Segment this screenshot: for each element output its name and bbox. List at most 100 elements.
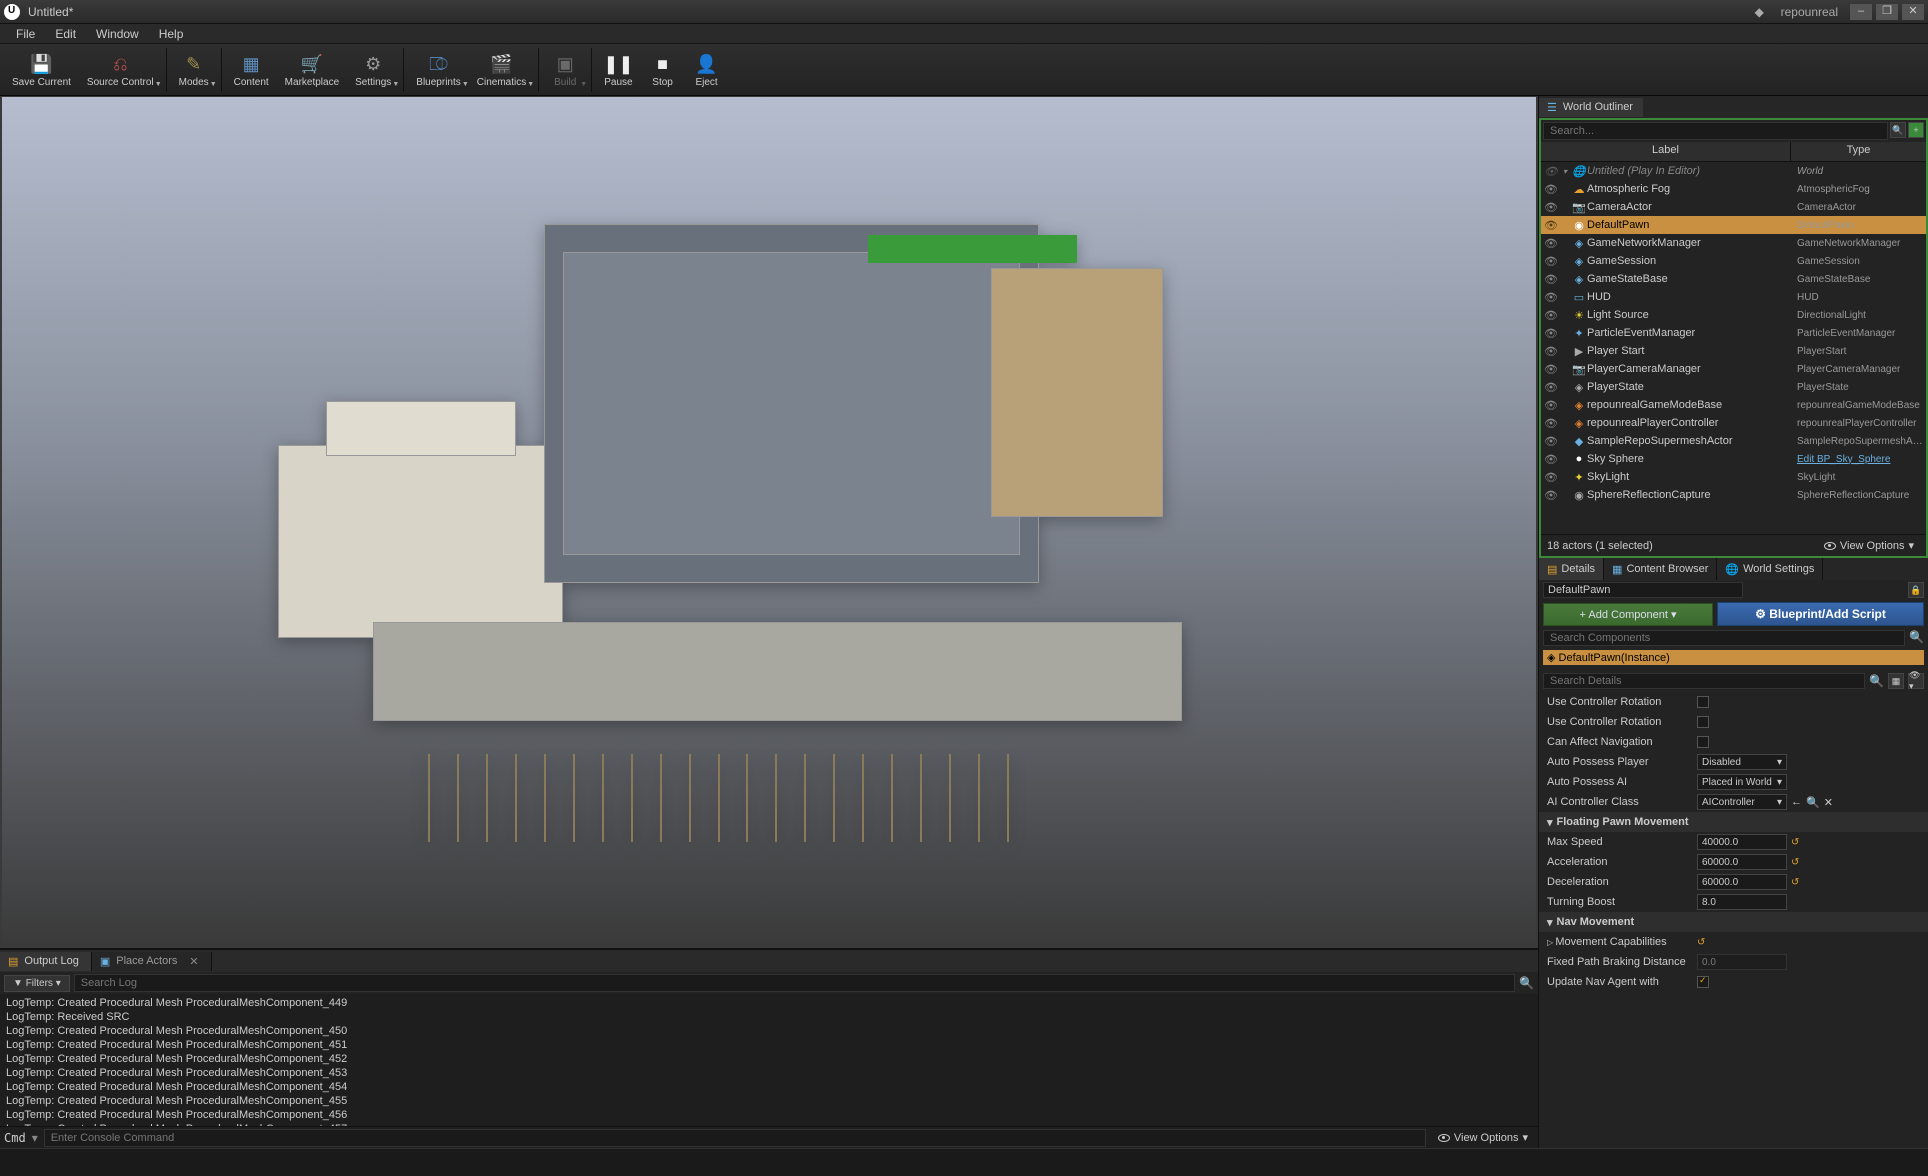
tab-content-browser[interactable]: ▦Content Browser xyxy=(1604,558,1717,580)
outliner-row[interactable]: 👁✦SkyLightSkyLight xyxy=(1541,468,1926,486)
visibility-toggle-icon[interactable]: 👁 xyxy=(1543,291,1559,304)
outliner-row[interactable]: 👁◈PlayerStatePlayerState xyxy=(1541,378,1926,396)
menu-help[interactable]: Help xyxy=(151,25,192,43)
log-output[interactable]: LogTemp: Created Procedural Mesh Procedu… xyxy=(0,994,1538,1126)
auto-possess-player-select[interactable]: Disabled▾ xyxy=(1697,754,1787,770)
search-icon[interactable]: 🔍 xyxy=(1519,976,1534,990)
visibility-toggle-icon[interactable]: 👁 xyxy=(1543,471,1559,484)
checkbox[interactable] xyxy=(1697,976,1709,988)
add-component-button[interactable]: + Add Component ▾ xyxy=(1543,603,1713,626)
auto-possess-ai-select[interactable]: Placed in World▾ xyxy=(1697,774,1787,790)
acceleration-input[interactable] xyxy=(1697,854,1787,870)
outliner-row[interactable]: 👁◈GameSessionGameSession xyxy=(1541,252,1926,270)
eject-button[interactable]: 👤Eject xyxy=(687,49,727,90)
search-components-input[interactable] xyxy=(1543,630,1905,646)
outliner-row[interactable]: 👁☀Light SourceDirectionalLight xyxy=(1541,306,1926,324)
outliner-view-options-button[interactable]: View Options▾ xyxy=(1818,539,1920,552)
outliner-row[interactable]: 👁◉DefaultPawnDefaultPawn xyxy=(1541,216,1926,234)
visibility-toggle-icon[interactable]: 👁 xyxy=(1543,309,1559,322)
marketplace-button[interactable]: 🛒Marketplace xyxy=(279,49,345,90)
outliner-row[interactable]: 👁✦ParticleEventManagerParticleEventManag… xyxy=(1541,324,1926,342)
dropdown-caret-icon[interactable]: ▼ xyxy=(462,81,469,88)
reset-icon[interactable]: ↺ xyxy=(1697,937,1705,948)
section-nav-movement[interactable]: ▾Nav Movement xyxy=(1539,912,1928,932)
outliner-row[interactable]: 👁◈repounrealGameModeBaserepounrealGameMo… xyxy=(1541,396,1926,414)
window-close-button[interactable]: ✕ xyxy=(1902,4,1924,20)
search-icon[interactable]: 🔍 xyxy=(1909,630,1924,646)
visibility-toggle-icon[interactable]: 👁 xyxy=(1543,201,1559,214)
visibility-toggle-icon[interactable]: 👁 xyxy=(1543,363,1559,376)
outliner-row[interactable]: 👁📷CameraActorCameraActor xyxy=(1541,198,1926,216)
log-view-options-button[interactable]: View Options▾ xyxy=(1432,1131,1534,1144)
visibility-toggle-icon[interactable]: 👁 xyxy=(1543,381,1559,394)
visibility-toggle-icon[interactable]: 👁 xyxy=(1543,219,1559,232)
component-root-item[interactable]: ◈ DefaultPawn(Instance) xyxy=(1543,650,1924,665)
expand-icon[interactable]: ▾ xyxy=(1559,167,1571,176)
actor-name-input[interactable] xyxy=(1543,582,1743,598)
tab-world-outliner[interactable]: ☰World Outliner xyxy=(1539,98,1643,117)
reset-icon[interactable]: ↺ xyxy=(1791,857,1799,868)
visibility-toggle-icon[interactable]: 👁 xyxy=(1543,489,1559,502)
use-icon[interactable]: 🔍 xyxy=(1806,796,1820,809)
outliner-row[interactable]: 👁☁Atmospheric FogAtmosphericFog xyxy=(1541,180,1926,198)
outliner-row[interactable]: 👁◈GameStateBaseGameStateBase xyxy=(1541,270,1926,288)
window-minimize-button[interactable]: – xyxy=(1850,4,1872,20)
visibility-toggle-icon[interactable]: 👁 xyxy=(1543,273,1559,286)
menu-edit[interactable]: Edit xyxy=(47,25,84,43)
menu-window[interactable]: Window xyxy=(88,25,147,43)
visibility-toggle-icon[interactable]: 👁 xyxy=(1543,165,1559,178)
tab-world-settings[interactable]: 🌐World Settings xyxy=(1717,558,1823,580)
dropdown-caret-icon[interactable]: ▼ xyxy=(392,81,399,88)
actor-type[interactable]: Edit BP_Sky_Sphere xyxy=(1797,454,1926,465)
settings-button[interactable]: ⚙Settings▼ xyxy=(349,49,397,90)
browse-icon[interactable]: ← xyxy=(1791,796,1802,808)
tab-output-log[interactable]: ▤Output Log xyxy=(0,952,92,971)
property-matrix-button[interactable]: ▦ xyxy=(1888,673,1904,689)
section-floating-pawn-movement[interactable]: ▾Floating Pawn Movement xyxy=(1539,812,1928,832)
visibility-toggle-icon[interactable]: 👁 xyxy=(1543,453,1559,466)
visibility-toggle-icon[interactable]: 👁 xyxy=(1543,237,1559,250)
save-current-button[interactable]: 💾Save Current xyxy=(6,49,77,90)
visibility-toggle-icon[interactable]: 👁 xyxy=(1543,183,1559,196)
outliner-row[interactable]: 👁▭HUDHUD xyxy=(1541,288,1926,306)
source-control-button[interactable]: ⎌Source Control▼ xyxy=(81,49,160,90)
visibility-toggle-icon[interactable]: 👁 xyxy=(1543,417,1559,430)
viewport-3d[interactable] xyxy=(0,96,1538,948)
turning-boost-input[interactable] xyxy=(1697,894,1787,910)
outliner-row[interactable]: 👁◉SphereReflectionCaptureSphereReflectio… xyxy=(1541,486,1926,504)
visibility-toggle-icon[interactable]: 👁 xyxy=(1543,435,1559,448)
menu-file[interactable]: File xyxy=(8,25,43,43)
reset-icon[interactable]: ↺ xyxy=(1791,877,1799,888)
dropdown-caret-icon[interactable]: ▼ xyxy=(527,81,534,88)
filters-button[interactable]: ▼ Filters ▾ xyxy=(4,975,70,992)
visibility-toggle-icon[interactable]: 👁 xyxy=(1543,255,1559,268)
outliner-row[interactable]: 👁◆SampleRepoSupermeshActorSampleRepoSupe… xyxy=(1541,432,1926,450)
outliner-row[interactable]: 👁📷PlayerCameraManagerPlayerCameraManager xyxy=(1541,360,1926,378)
modes-button[interactable]: ✎Modes▼ xyxy=(173,49,215,90)
cinematics-button[interactable]: 🎬Cinematics▼ xyxy=(471,49,532,90)
eye-icon[interactable]: 👁▾ xyxy=(1908,673,1924,689)
max-speed-input[interactable] xyxy=(1697,834,1787,850)
close-icon[interactable]: ✕ xyxy=(189,955,198,968)
content-button[interactable]: ▦Content xyxy=(228,49,275,90)
clear-icon[interactable]: ✕ xyxy=(1824,796,1833,809)
pause-button[interactable]: ❚❚Pause xyxy=(598,49,638,90)
column-type-header[interactable]: Type xyxy=(1791,142,1926,161)
search-icon[interactable]: 🔍 xyxy=(1869,674,1884,688)
column-label-header[interactable]: Label xyxy=(1541,142,1791,161)
checkbox[interactable] xyxy=(1697,716,1709,728)
search-icon[interactable]: 🔍 xyxy=(1890,122,1906,138)
notification-icon[interactable]: ◆ xyxy=(1755,5,1769,19)
window-maximize-button[interactable]: ❐ xyxy=(1876,4,1898,20)
outliner-tree[interactable]: 👁 ▾ 🌐 Untitled (Play In Editor) World 👁☁… xyxy=(1541,162,1926,534)
outliner-row[interactable]: 👁◈repounrealPlayerControllerrepounrealPl… xyxy=(1541,414,1926,432)
stop-button[interactable]: ■Stop xyxy=(643,49,683,90)
visibility-toggle-icon[interactable]: 👁 xyxy=(1543,345,1559,358)
ai-controller-select[interactable]: AIController▾ xyxy=(1697,794,1787,810)
blueprint-add-script-button[interactable]: ⚙ Blueprint/Add Script xyxy=(1717,602,1924,626)
dropdown-caret-icon[interactable]: ▼ xyxy=(155,81,162,88)
lock-icon[interactable]: 🔒 xyxy=(1908,582,1924,598)
visibility-toggle-icon[interactable]: 👁 xyxy=(1543,399,1559,412)
reset-icon[interactable]: ↺ xyxy=(1791,837,1799,848)
checkbox[interactable] xyxy=(1697,736,1709,748)
